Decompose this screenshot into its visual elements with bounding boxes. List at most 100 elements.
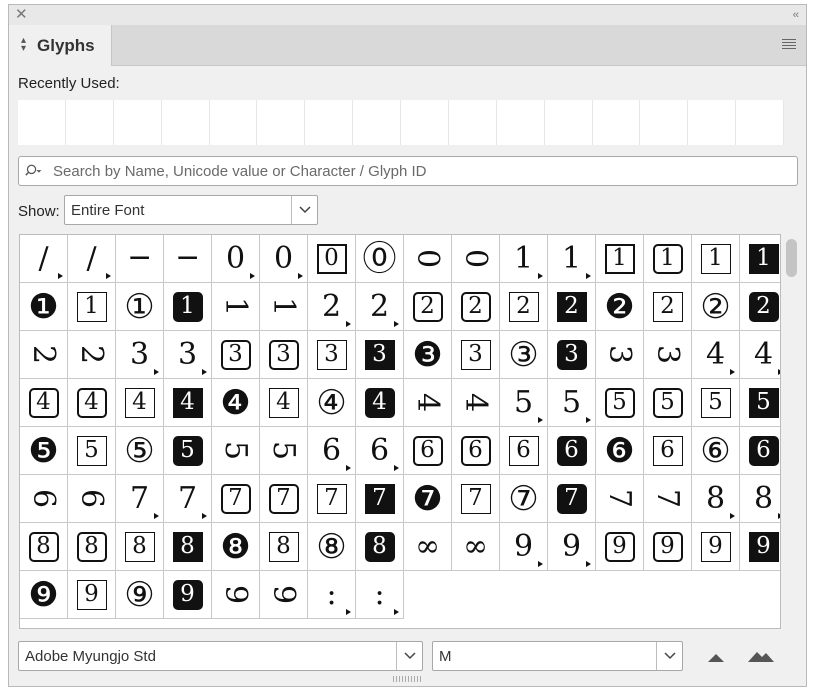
glyph-cell[interactable]: 0 <box>308 235 356 283</box>
recent-slot[interactable] <box>640 100 689 145</box>
recent-slot[interactable] <box>66 100 114 145</box>
recent-slot[interactable] <box>401 100 449 145</box>
glyph-cell[interactable]: 6 <box>356 427 404 475</box>
glyph-cell[interactable]: 3 <box>212 331 260 379</box>
glyph-cell[interactable]: ❶ <box>20 283 68 331</box>
glyph-cell[interactable]: 9 <box>644 523 692 571</box>
glyph-cell[interactable]: 4 <box>260 379 308 427</box>
glyph-cell[interactable]: 4 <box>356 379 404 427</box>
glyph-cell[interactable]: 6 <box>308 427 356 475</box>
glyph-cell[interactable]: 5 <box>596 379 644 427</box>
glyph-cell[interactable]: 4 <box>692 331 740 379</box>
glyph-cell[interactable]: 1 <box>548 235 596 283</box>
glyph-cell[interactable]: 6 <box>548 427 596 475</box>
glyph-cell[interactable]: 1 <box>68 283 116 331</box>
glyph-cell[interactable]: 5 <box>212 427 260 475</box>
glyph-cell[interactable]: 9 <box>548 523 596 571</box>
glyph-cell[interactable]: 5 <box>164 427 212 475</box>
glyph-cell[interactable]: ❸ <box>404 331 452 379</box>
close-icon[interactable]: ✕ <box>15 6 28 24</box>
glyph-cell[interactable]: 4 <box>20 379 68 427</box>
glyph-cell[interactable]: ③ <box>500 331 548 379</box>
glyph-cell[interactable]: 7 <box>548 475 596 523</box>
panel-menu-icon[interactable] <box>782 39 796 51</box>
glyph-cell[interactable]: 6 <box>68 475 116 523</box>
glyph-cell[interactable]: 5 <box>500 379 548 427</box>
glyph-cell[interactable]: ② <box>692 283 740 331</box>
recent-slot[interactable] <box>688 100 737 145</box>
glyph-cell[interactable]: 3 <box>644 331 692 379</box>
glyph-cell[interactable]: 2 <box>740 283 780 331</box>
glyph-cell[interactable]: 9 <box>500 523 548 571</box>
glyph-cell[interactable]: ❾ <box>20 571 68 619</box>
glyph-cell[interactable]: 6 <box>500 427 548 475</box>
glyph-cell[interactable]: 2 <box>404 283 452 331</box>
glyph-cell[interactable]: ⑧ <box>308 523 356 571</box>
glyph-cell[interactable]: 5 <box>260 427 308 475</box>
glyph-cell[interactable]: : <box>308 571 356 619</box>
recent-slot[interactable] <box>545 100 593 145</box>
glyph-cell[interactable]: 3 <box>596 331 644 379</box>
glyph-cell[interactable]: 9 <box>596 523 644 571</box>
glyph-cell[interactable]: 8 <box>68 523 116 571</box>
tab-glyphs[interactable]: ▴ ▾ Glyphs <box>9 25 112 66</box>
font-style-dropdown-button[interactable] <box>656 642 682 670</box>
recent-slot[interactable] <box>449 100 497 145</box>
glyph-cell[interactable]: 2 <box>500 283 548 331</box>
glyph-cell[interactable]: ─ <box>116 235 164 283</box>
glyph-cell[interactable]: 8 <box>260 523 308 571</box>
recent-slot[interactable] <box>162 100 210 145</box>
glyph-cell[interactable]: 7 <box>596 475 644 523</box>
glyph-cell[interactable]: ─ <box>164 235 212 283</box>
glyph-cell[interactable]: 3 <box>164 331 212 379</box>
glyph-cell[interactable]: 7 <box>212 475 260 523</box>
glyph-cell[interactable]: ❹ <box>212 379 260 427</box>
font-family-dropdown-button[interactable] <box>396 642 422 670</box>
large-mountain-icon[interactable] <box>747 649 775 663</box>
glyph-cell[interactable]: 8 <box>116 523 164 571</box>
glyph-cell[interactable]: ❻ <box>596 427 644 475</box>
glyph-cell[interactable]: 8 <box>356 523 404 571</box>
search-box[interactable] <box>18 156 798 186</box>
glyph-cell[interactable]: ∞ <box>404 523 452 571</box>
glyph-cell[interactable]: 3 <box>116 331 164 379</box>
glyph-cell[interactable]: 5 <box>548 379 596 427</box>
recent-slot[interactable] <box>305 100 354 145</box>
glyph-cell[interactable]: 9 <box>692 523 740 571</box>
glyph-cell[interactable]: ❷ <box>596 283 644 331</box>
recent-slot[interactable] <box>736 100 784 145</box>
double-chevron-left-icon[interactable]: ‹‹ <box>793 7 799 23</box>
recent-slot[interactable] <box>353 100 401 145</box>
glyph-cell[interactable]: ∞ <box>452 523 500 571</box>
glyph-cell[interactable]: 7 <box>452 475 500 523</box>
glyph-cell[interactable]: / <box>68 235 116 283</box>
glyph-cell[interactable]: 7 <box>164 475 212 523</box>
font-family-select[interactable]: Adobe Myungjo Std <box>18 641 423 671</box>
recent-slot[interactable] <box>593 100 641 145</box>
glyph-cell[interactable]: 4 <box>164 379 212 427</box>
glyph-cell[interactable]: 8 <box>692 475 740 523</box>
glyph-cell[interactable]: 7 <box>116 475 164 523</box>
glyph-cell[interactable]: 1 <box>212 283 260 331</box>
glyph-cell[interactable]: 3 <box>356 331 404 379</box>
glyph-cell[interactable]: 7 <box>644 475 692 523</box>
glyph-cell[interactable]: 6 <box>644 427 692 475</box>
glyph-cell[interactable]: 4 <box>68 379 116 427</box>
recent-slot[interactable] <box>18 100 66 145</box>
glyph-cell[interactable]: 1 <box>692 235 740 283</box>
glyph-cell[interactable]: 4 <box>404 379 452 427</box>
resize-grip[interactable] <box>393 676 423 682</box>
glyph-cell[interactable]: ⑦ <box>500 475 548 523</box>
glyph-cell[interactable]: 0 <box>404 235 452 283</box>
glyph-cell[interactable]: 2 <box>644 283 692 331</box>
glyph-cell[interactable]: 7 <box>308 475 356 523</box>
glyph-cell[interactable]: 1 <box>740 235 780 283</box>
glyph-cell[interactable]: 4 <box>116 379 164 427</box>
glyph-cell[interactable]: ⑥ <box>692 427 740 475</box>
glyph-cell[interactable]: 9 <box>740 523 780 571</box>
glyph-cell[interactable]: 7 <box>356 475 404 523</box>
glyph-cell[interactable]: 4 <box>452 379 500 427</box>
recent-slot[interactable] <box>114 100 162 145</box>
glyph-cell[interactable]: 9 <box>212 571 260 619</box>
glyph-cell[interactable]: ⓪ <box>356 235 404 283</box>
